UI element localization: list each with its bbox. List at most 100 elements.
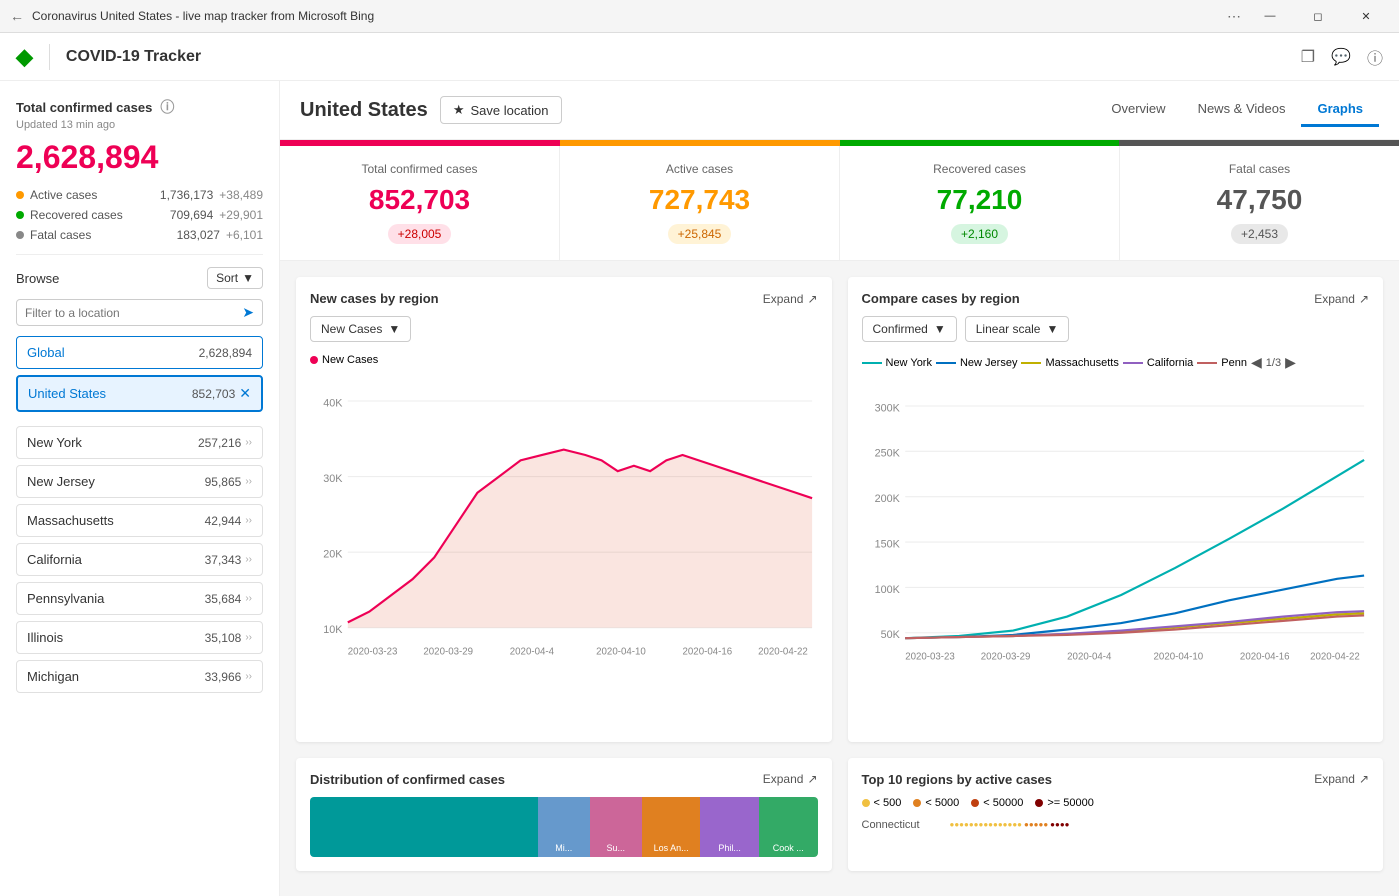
compare-dropdown2[interactable]: Linear scale ▼ <box>965 316 1070 342</box>
new-cases-controls: New Cases ▼ <box>310 316 818 342</box>
legend-lt5000: < 5000 <box>913 797 959 809</box>
tab-graphs[interactable]: Graphs <box>1301 93 1379 127</box>
browser-nav: ← Coronavirus United States - live map t… <box>10 8 1227 24</box>
top10-header: Top 10 regions by active cases Expand ↗ <box>862 772 1370 787</box>
fatal-cases-label: Fatal cases <box>30 228 91 242</box>
us-location-item[interactable]: United States 852,703 ✕ <box>16 375 263 412</box>
top10-expand-button[interactable]: Expand ↗ <box>1314 772 1369 786</box>
region-item[interactable]: Pennsylvania 35,684 ›› <box>16 582 263 615</box>
restore-button[interactable]: ◻ <box>1295 0 1341 32</box>
svg-text:40K: 40K <box>323 397 343 409</box>
fatal-cases-change: +6,101 <box>226 228 263 242</box>
legend-gte50000-dot <box>1035 799 1043 807</box>
global-location-item[interactable]: Global 2,628,894 <box>16 336 263 369</box>
prev-page-button[interactable]: ◀ <box>1251 354 1262 371</box>
dist-bar-6: Cook ... <box>759 797 818 857</box>
sort-button[interactable]: Sort ▼ <box>207 267 263 289</box>
new-cases-legend: New Cases <box>310 354 818 366</box>
svg-text:20K: 20K <box>323 549 343 561</box>
svg-text:2020-03-29: 2020-03-29 <box>423 647 473 658</box>
distribution-header: Distribution of confirmed cases Expand ↗ <box>310 772 818 787</box>
top-charts-row: New cases by region Expand ↗ New Cases ▼ <box>296 277 1383 742</box>
remove-us-icon[interactable]: ✕ <box>239 385 251 402</box>
tab-news[interactable]: News & Videos <box>1182 93 1302 127</box>
browser-menu-icon[interactable]: ⋯ <box>1227 8 1241 25</box>
star-icon: ★ <box>453 102 465 118</box>
close-button[interactable]: ✕ <box>1343 0 1389 32</box>
sort-chevron-icon: ▼ <box>242 271 254 285</box>
dropdown-chevron-icon: ▼ <box>388 322 400 336</box>
compare-controls: Confirmed ▼ Linear scale ▼ <box>862 316 1370 342</box>
nj-legend-item: New Jersey <box>936 357 1017 369</box>
new-cases-header: New cases by region Expand ↗ <box>310 291 818 306</box>
svg-text:30K: 30K <box>323 473 343 485</box>
distribution-expand-button[interactable]: Expand ↗ <box>763 772 818 786</box>
global-location-count: 2,628,894 <box>199 346 252 360</box>
recovered-cases-dot <box>16 211 24 219</box>
svg-text:2020-04-4: 2020-04-4 <box>1067 652 1112 663</box>
location-arrow-icon[interactable]: ➤ <box>242 304 254 321</box>
main-content: United States ★ Save location Overview N… <box>280 81 1399 896</box>
tab-overview[interactable]: Overview <box>1095 93 1181 127</box>
region-item[interactable]: Illinois 35,108 ›› <box>16 621 263 654</box>
compare-expand-button[interactable]: Expand ↗ <box>1314 292 1369 306</box>
feedback-icon[interactable]: 💬 <box>1331 47 1351 67</box>
next-page-button[interactable]: ▶ <box>1285 354 1296 371</box>
region-item[interactable]: New York 257,216 ›› <box>16 426 263 459</box>
svg-text:2020-04-16: 2020-04-16 <box>1239 652 1289 663</box>
distribution-bar: Mi... Su... Los An... Phil... Cook ... <box>310 797 818 857</box>
global-location-name: Global <box>27 345 65 360</box>
new-cases-chart-svg: 40K 30K 20K 10K 2020-0 <box>310 374 818 720</box>
save-location-button[interactable]: ★ Save location <box>440 96 562 124</box>
compare-dropdown1[interactable]: Confirmed ▼ <box>862 316 957 342</box>
info-icon[interactable]: ⓘ <box>1367 45 1383 69</box>
svg-text:50K: 50K <box>880 629 900 641</box>
svg-text:2020-04-22: 2020-04-22 <box>758 647 808 658</box>
new-cases-expand-button[interactable]: Expand ↗ <box>763 292 818 306</box>
dist-bar-1 <box>310 797 538 857</box>
svg-text:150K: 150K <box>874 538 900 550</box>
connecticut-label: Connecticut <box>862 819 942 831</box>
active-cases-count: 1,736,173 <box>160 188 213 202</box>
new-cases-dropdown[interactable]: New Cases ▼ <box>310 316 411 342</box>
region-item[interactable]: Michigan 33,966 ›› <box>16 660 263 693</box>
recovered-cases-count: 709,694 <box>170 208 213 222</box>
bing-logo: ◆ <box>16 44 50 70</box>
dist-expand-icon: ↗ <box>807 772 817 786</box>
region-item[interactable]: California 37,343 ›› <box>16 543 263 576</box>
svg-text:250K: 250K <box>874 448 900 460</box>
distribution-panel: Distribution of confirmed cases Expand ↗… <box>296 758 832 871</box>
fatal-cases-stat: Fatal cases 183,027 +6,101 <box>16 228 263 242</box>
active-cases-stat: Active cases 1,736,173 +38,489 <box>16 188 263 202</box>
share-icon[interactable]: ❐ <box>1301 47 1315 67</box>
nj-legend-line <box>936 362 956 364</box>
fatal-cases-count: 183,027 <box>177 228 220 242</box>
region-item[interactable]: New Jersey 95,865 ›› <box>16 465 263 498</box>
search-input[interactable] <box>25 306 236 320</box>
page-url: Coronavirus United States - live map tra… <box>32 9 1227 23</box>
svg-text:2020-04-4: 2020-04-4 <box>510 647 555 658</box>
main-layout: Total confirmed cases ⓘ Updated 13 min a… <box>0 81 1399 896</box>
browser-title-bar: ← Coronavirus United States - live map t… <box>0 0 1399 32</box>
svg-text:100K: 100K <box>874 584 900 596</box>
ca-legend-line <box>1123 362 1143 364</box>
window-controls: — ◻ ✕ <box>1247 0 1389 32</box>
svg-text:2020-03-23: 2020-03-23 <box>905 652 955 663</box>
svg-text:10K: 10K <box>323 624 343 636</box>
legend-lt50000: < 50000 <box>971 797 1023 809</box>
svg-text:2020-04-16: 2020-04-16 <box>683 647 733 658</box>
minimize-button[interactable]: — <box>1247 0 1293 32</box>
legend-lt50000-dot <box>971 799 979 807</box>
compare-header: Compare cases by region Expand ↗ <box>862 291 1370 306</box>
stat-card: Recovered cases 77,210 +2,160 <box>840 146 1120 260</box>
sidebar-total-title: Total confirmed cases ⓘ <box>16 97 263 117</box>
ca-legend-item: California <box>1123 357 1193 369</box>
app-header: ◆ COVID-19 Tracker ❐ 💬 ⓘ <box>0 33 1399 81</box>
ny-legend-item: New York <box>862 357 932 369</box>
compare-expand-icon: ↗ <box>1359 292 1369 306</box>
back-button[interactable]: ← <box>10 8 24 24</box>
bottom-charts-row: Distribution of confirmed cases Expand ↗… <box>296 758 1383 871</box>
sidebar-info-icon[interactable]: ⓘ <box>160 97 174 117</box>
fatal-cases-dot <box>16 231 24 239</box>
region-item[interactable]: Massachusetts 42,944 ›› <box>16 504 263 537</box>
